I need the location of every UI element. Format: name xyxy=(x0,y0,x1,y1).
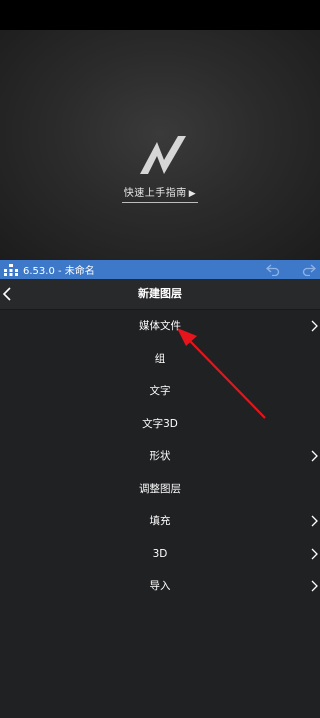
chevron-right-icon xyxy=(311,450,318,462)
menu-item-label: 组 xyxy=(154,352,166,365)
new-layer-menu: 媒体文件 组 文字 文字3D 形状 调整图层 填充 3D 导入 xyxy=(0,310,320,603)
menu-item-label: 媒体文件 xyxy=(139,320,181,332)
app-icon[interactable] xyxy=(4,263,18,276)
menu-item-label: 3D xyxy=(152,547,168,560)
quick-start-guide-link[interactable]: 快速上手指南 ▶ xyxy=(0,184,320,203)
chevron-right-icon xyxy=(311,548,318,559)
redo-icon[interactable] xyxy=(302,263,316,276)
chevron-right-icon xyxy=(311,320,318,332)
menu-item-shape[interactable]: 形状 xyxy=(0,440,320,473)
menu-item-media-file[interactable]: 媒体文件 xyxy=(0,310,320,343)
menu-item-label: 文字3D xyxy=(142,417,178,430)
guide-label: 快速上手指南 xyxy=(123,188,187,199)
menu-item-label: 导入 xyxy=(149,580,171,592)
menu-item-adjustment-layer[interactable]: 调整图层 xyxy=(0,473,320,506)
app-title-bar: 6.53.0 - 未命名 xyxy=(0,260,320,279)
canvas-preview[interactable]: 快速上手指南 ▶ xyxy=(0,30,320,260)
chevron-right-icon xyxy=(311,515,318,527)
menu-item-3d[interactable]: 3D xyxy=(0,538,320,571)
undo-icon[interactable] xyxy=(266,263,280,276)
menu-item-text[interactable]: 文字 xyxy=(0,375,320,408)
status-bar xyxy=(0,0,320,30)
chevron-right-icon xyxy=(311,580,318,592)
panel-header: 新建图层 xyxy=(0,279,320,310)
menu-item-group[interactable]: 组 xyxy=(0,343,320,376)
menu-item-label: 文字 xyxy=(149,385,171,397)
menu-item-label: 调整图层 xyxy=(139,482,181,495)
panel-title: 新建图层 xyxy=(138,287,182,300)
logo-icon xyxy=(140,136,186,174)
project-title: 6.53.0 - 未命名 xyxy=(23,266,95,277)
menu-item-label: 形状 xyxy=(149,450,171,462)
menu-item-fill[interactable]: 填充 xyxy=(0,505,320,538)
play-icon: ▶ xyxy=(188,189,197,199)
menu-item-label: 填充 xyxy=(149,515,171,527)
menu-item-import[interactable]: 导入 xyxy=(0,570,320,603)
menu-item-text-3d[interactable]: 文字3D xyxy=(0,408,320,441)
